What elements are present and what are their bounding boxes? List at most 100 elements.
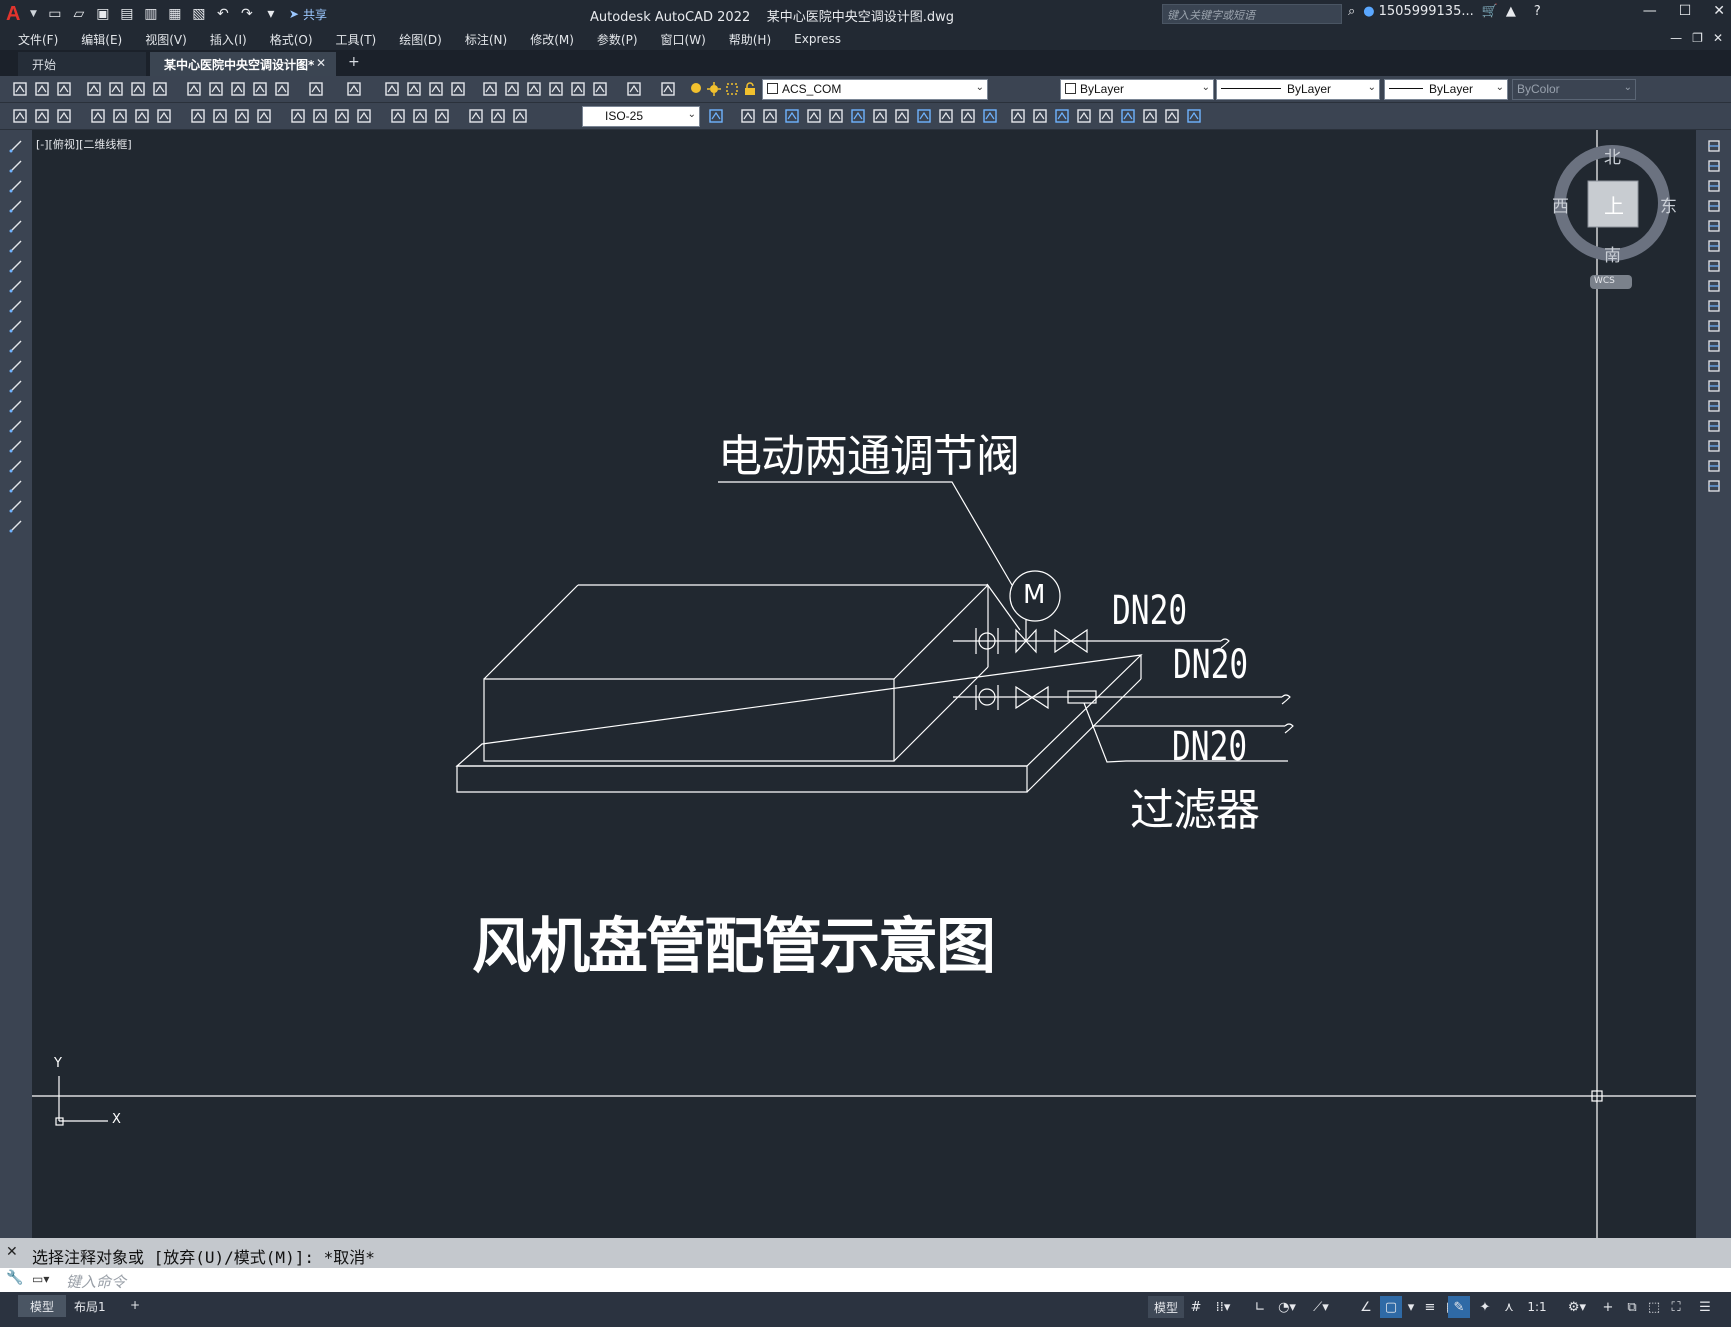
3d-print-icon[interactable] [152, 81, 168, 97]
chamfer-icon[interactable] [1706, 418, 1722, 434]
dim-edit-icon[interactable] [434, 108, 450, 124]
cut-icon[interactable] [186, 81, 202, 97]
workspace-gear-icon[interactable]: ⚙▾ [1562, 1296, 1592, 1318]
subtract-icon[interactable] [850, 108, 866, 124]
close-button[interactable]: ✕ [1713, 3, 1725, 19]
trim-icon[interactable] [1706, 318, 1722, 334]
open-file-icon[interactable]: ▱ [69, 4, 89, 24]
customize-status-icon[interactable]: ☰ [1690, 1296, 1720, 1318]
intersect-icon[interactable] [872, 108, 888, 124]
color-dropdown[interactable]: ByLayer ⌄ [1060, 79, 1214, 100]
user-icon[interactable]: ● [1363, 4, 1374, 19]
autodesk-a360-icon[interactable]: ▲ [1506, 4, 1516, 19]
fillet-icon[interactable] [1706, 438, 1722, 454]
app-menu-caret-icon[interactable]: ▼ [30, 9, 37, 19]
flatshot-icon[interactable] [1054, 108, 1070, 124]
dim-jogged-icon[interactable] [134, 108, 150, 124]
wcs-menu[interactable]: WCS [1594, 276, 1615, 286]
menu-insert[interactable]: 插入(I) [210, 31, 247, 48]
add-layout-button[interactable]: + [118, 1295, 152, 1317]
stretch-icon[interactable] [1706, 298, 1722, 314]
tab-start[interactable]: 开始 [18, 52, 146, 76]
mirror-icon[interactable] [1706, 178, 1722, 194]
camera-icon[interactable] [1164, 108, 1180, 124]
circle-icon[interactable] [8, 258, 24, 274]
quick-dim-icon[interactable] [212, 108, 228, 124]
menu-window[interactable]: 窗口(W) [661, 31, 706, 48]
zoom-previous-icon[interactable] [450, 81, 466, 97]
cart-icon[interactable]: 🛒 [1482, 4, 1498, 19]
drawing-canvas[interactable]: [-][俯视][二维线框] 电动两通调节阀 M DN20 DN20 DN20 过… [32, 130, 1696, 1238]
3d-orbit-icon[interactable] [740, 108, 756, 124]
isometric-icon[interactable]: ⟋▾ [1306, 1296, 1336, 1318]
plotstyle-dropdown[interactable]: ByColor ⌄ [1512, 79, 1636, 100]
help-icon[interactable]: ? [1534, 4, 1541, 19]
table-icon[interactable] [8, 478, 24, 494]
export-icon[interactable]: ▦ [165, 4, 185, 24]
grid-icon[interactable]: # [1186, 1296, 1206, 1318]
erase-icon[interactable] [1706, 138, 1722, 154]
new-file-icon[interactable]: ▭ [45, 4, 65, 24]
object-snap-tracking-icon[interactable]: ∠ [1356, 1296, 1376, 1318]
share-button[interactable]: ➤ 共享 [289, 6, 327, 23]
layer-on-icon[interactable] [688, 81, 704, 97]
dim-text-edit-icon[interactable] [468, 108, 484, 124]
add-selected-icon[interactable] [8, 518, 24, 534]
quick-properties-icon[interactable]: ⬚ [1644, 1296, 1664, 1318]
layer-freeze-icon[interactable] [706, 81, 722, 97]
layout-tab-model[interactable]: 模型 [18, 1295, 67, 1317]
dim-ordinate-icon[interactable] [90, 108, 106, 124]
dim-diameter-icon[interactable] [156, 108, 172, 124]
menu-tools[interactable]: 工具(T) [336, 31, 377, 48]
design-center-icon[interactable] [504, 81, 520, 97]
menu-view[interactable]: 视图(V) [145, 31, 187, 48]
polyline-icon[interactable] [8, 178, 24, 194]
layer-dropdown[interactable]: ACS_COM ⌄ [762, 79, 988, 100]
lineweight-icon[interactable]: ≡ [1420, 1296, 1440, 1318]
ellipse-icon[interactable] [8, 318, 24, 334]
spline-icon[interactable] [8, 298, 24, 314]
minimize-button[interactable]: — [1643, 3, 1657, 19]
menu-file[interactable]: 文件(F) [18, 31, 58, 48]
annotation-visibility-icon[interactable]: ✎ [1448, 1296, 1470, 1318]
doc-close-button[interactable]: ✕ [1713, 31, 1723, 45]
copy-icon[interactable] [208, 81, 224, 97]
dim-angular-icon[interactable] [190, 108, 206, 124]
arc-icon[interactable] [8, 238, 24, 254]
units-icon[interactable]: ⧉ [1622, 1296, 1642, 1318]
menu-express[interactable]: Express [794, 32, 841, 46]
help-icon[interactable] [626, 81, 642, 97]
tolerance-icon[interactable] [334, 108, 350, 124]
viewcube-north[interactable]: 北 [1604, 143, 1621, 168]
zoom-window-icon[interactable] [428, 81, 444, 97]
offset-icon[interactable] [1706, 198, 1722, 214]
command-close-icon[interactable]: ✕ [6, 1244, 26, 1264]
search-input[interactable]: 键入关键字或短语 [1162, 4, 1342, 24]
undo-icon[interactable]: ↶ [213, 4, 233, 24]
layer-properties-icon[interactable] [660, 81, 676, 97]
command-customize-icon[interactable]: 🔧 [6, 1270, 26, 1290]
plot-preview-icon[interactable] [108, 81, 124, 97]
inspect-icon[interactable] [390, 108, 406, 124]
join-icon[interactable] [1706, 398, 1722, 414]
plot-icon[interactable]: ▧ [189, 4, 209, 24]
copy-object-icon[interactable] [1706, 158, 1722, 174]
save-icon[interactable]: ▣ [93, 4, 113, 24]
make-block-icon[interactable] [8, 378, 24, 394]
maximize-button[interactable]: ☐ [1679, 3, 1692, 19]
walk-icon[interactable] [1186, 108, 1202, 124]
blend-curves-icon[interactable] [1706, 458, 1722, 474]
snap-icon[interactable]: ⁞⁞▾ [1208, 1296, 1238, 1318]
object-snap-menu-icon[interactable]: ▾ [1404, 1296, 1418, 1318]
zoom-realtime-icon[interactable] [406, 81, 422, 97]
point-icon[interactable] [8, 398, 24, 414]
undo-icon[interactable] [308, 81, 324, 97]
explode-icon[interactable] [1706, 478, 1722, 494]
multiline-text-icon[interactable] [8, 498, 24, 514]
user-name[interactable]: 1505999135... [1379, 4, 1474, 19]
model-space-button[interactable]: 模型 [1148, 1296, 1184, 1318]
sphere-icon[interactable] [806, 108, 822, 124]
visual-style-icon[interactable] [1076, 108, 1092, 124]
render-icon[interactable] [1098, 108, 1114, 124]
menu-format[interactable]: 格式(O) [270, 31, 313, 48]
